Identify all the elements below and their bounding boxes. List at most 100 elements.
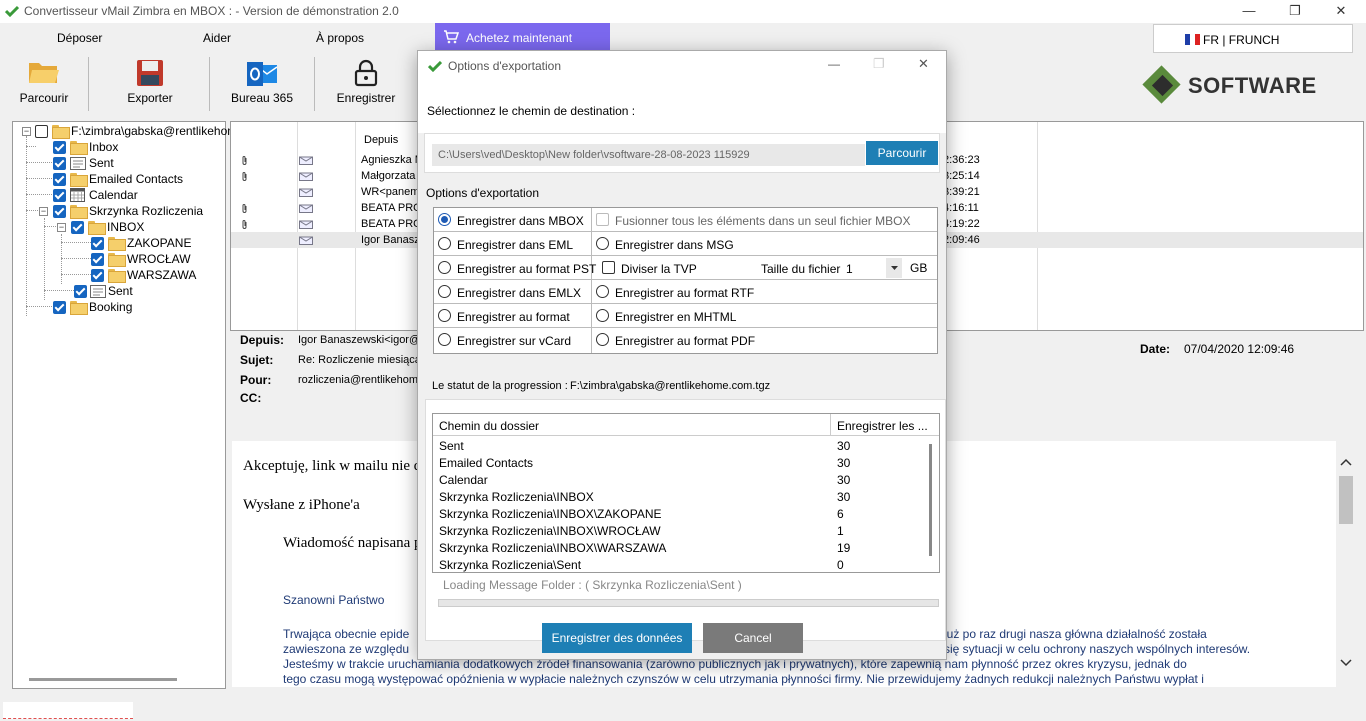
export-format-radio[interactable]: Enregistrer dans EML: [434, 232, 590, 256]
tree-item-emailed-contacts[interactable]: Emailed Contacts: [53, 172, 223, 187]
radio-button[interactable]: [438, 309, 451, 322]
tree-checkbox[interactable]: [53, 157, 66, 170]
save-data-button[interactable]: Enregistrer des données: [542, 623, 692, 653]
collapse-icon[interactable]: −: [39, 207, 48, 216]
office365-toolbar-button[interactable]: Bureau 365: [226, 53, 298, 111]
checkbox[interactable]: [602, 261, 615, 274]
tree-horizontal-scrollbar[interactable]: [29, 678, 177, 681]
tree-item-zakopane[interactable]: ZAKOPANE: [91, 236, 221, 251]
radio-button[interactable]: [596, 237, 609, 250]
tree-item-skrzynka-inbox[interactable]: − INBOX: [53, 220, 223, 235]
tree-item-inbox[interactable]: Inbox: [53, 140, 223, 155]
progress-table-row[interactable]: Calendar 30: [439, 471, 929, 488]
dialog-close-button[interactable]: ✕: [918, 56, 929, 72]
destination-path-input[interactable]: C:\Users\ved\Desktop\New folder\vsoftwar…: [432, 144, 865, 166]
progress-table-row[interactable]: Skrzynka Rozliczenia\INBOX\ZAKOPANE 6: [439, 505, 929, 522]
progress-table-scrollbar[interactable]: [929, 444, 932, 556]
progress-table-row[interactable]: Skrzynka Rozliczenia\INBOX\WARSZAWA 19: [439, 539, 929, 556]
progress-table-row[interactable]: Sent 30: [439, 437, 929, 454]
scroll-up-icon[interactable]: [1340, 458, 1352, 466]
tree-item-skrzynka-sent[interactable]: Sent: [74, 284, 214, 299]
envelope-icon: [299, 188, 313, 197]
tree-item-warszawa[interactable]: WARSZAWA: [91, 268, 221, 283]
header-folder-path[interactable]: Chemin du dossier: [439, 419, 539, 433]
menu-help[interactable]: Aider: [203, 31, 231, 45]
tree-checkbox[interactable]: [53, 141, 66, 154]
folder-icon: [52, 125, 70, 139]
tree-root[interactable]: − F:\zimbra\gabska@rentlikehome: [19, 124, 244, 139]
export-format-radio[interactable]: Enregistrer au format PST: [434, 256, 596, 280]
tree-checkbox[interactable]: [91, 269, 104, 282]
buy-now-button[interactable]: Achetez maintenant: [435, 23, 610, 50]
progress-table-row[interactable]: Skrzynka Rozliczenia\INBOX 30: [439, 488, 929, 505]
radio-button[interactable]: [438, 285, 451, 298]
dest-browse-button[interactable]: Parcourir: [866, 141, 938, 165]
tree-checkbox[interactable]: [91, 237, 104, 250]
collapse-icon[interactable]: −: [57, 223, 66, 232]
export-format-radio[interactable]: Enregistrer au format: [434, 304, 590, 328]
collapse-icon[interactable]: −: [22, 127, 31, 136]
maximize-button[interactable]: ❐: [1272, 0, 1318, 23]
export-format-radio[interactable]: Enregistrer dans EMLX: [434, 280, 590, 304]
tree-checkbox[interactable]: [53, 301, 66, 314]
file-size-select[interactable]: 1: [842, 258, 902, 278]
envelope-icon: [299, 172, 313, 181]
body-line: Wysłane z iPhone'a: [243, 497, 360, 513]
tree-item-wroclaw[interactable]: WROCŁAW: [91, 252, 221, 267]
mail-time: 4:16:11: [943, 202, 979, 214]
radio-button[interactable]: [438, 261, 451, 274]
radio-button[interactable]: [438, 213, 451, 226]
progress-table-row[interactable]: Emailed Contacts 30: [439, 454, 929, 471]
dialog-minimize-button[interactable]: —: [828, 57, 840, 71]
export-format-radio[interactable]: Enregistrer au format RTF: [592, 280, 937, 304]
register-toolbar-button[interactable]: Enregistrer: [330, 53, 402, 111]
radio-button[interactable]: [438, 237, 451, 250]
body-line: Trwająca obecnie epide: [283, 627, 410, 641]
tree-checkbox[interactable]: [91, 253, 104, 266]
tree-item-skrzynka[interactable]: − Skrzynka Rozliczenia: [35, 204, 225, 219]
export-format-radio[interactable]: Enregistrer sur vCard: [434, 328, 590, 352]
menu-file[interactable]: Déposer: [57, 31, 102, 45]
header-saved-count[interactable]: Enregistrer les ...: [837, 419, 928, 433]
saved-count-cell: 1: [837, 524, 844, 538]
scroll-thumb[interactable]: [1339, 476, 1353, 524]
progress-table-row[interactable]: Skrzynka Rozliczenia\Sent 0: [439, 556, 929, 573]
language-selector[interactable]: FR | FRUNCH: [1153, 24, 1353, 53]
file-size-unit: GB: [910, 261, 928, 275]
tree-checkbox[interactable]: [53, 189, 66, 202]
toolbar-divider: [314, 57, 315, 111]
radio-button[interactable]: [596, 333, 609, 346]
to-value: rozliczenia@rentlikehome: [298, 374, 425, 386]
tree-item-label: ZAKOPANE: [127, 236, 192, 250]
menu-about[interactable]: À propos: [316, 31, 364, 45]
radio-button[interactable]: [438, 333, 451, 346]
tree-item-calendar[interactable]: Calendar: [53, 188, 223, 203]
folder-icon: [70, 301, 88, 315]
outlook-icon: [247, 62, 278, 86]
column-header-from[interactable]: Depuis: [364, 134, 398, 146]
export-toolbar-label: Exporter: [127, 91, 173, 105]
progress-table: Chemin du dossier Enregistrer les ... Se…: [432, 413, 940, 573]
radio-button[interactable]: [596, 285, 609, 298]
tree-item-booking[interactable]: Booking: [53, 300, 223, 315]
tree-checkbox[interactable]: [53, 173, 66, 186]
cancel-button[interactable]: Cancel: [703, 623, 803, 653]
tree-checkbox[interactable]: [35, 125, 48, 138]
minimize-button[interactable]: —: [1226, 0, 1272, 23]
browse-toolbar-button[interactable]: Parcourir: [12, 53, 76, 111]
export-format-radio[interactable]: Enregistrer en MHTML: [592, 304, 937, 328]
close-button[interactable]: ✕: [1318, 0, 1364, 23]
tree-checkbox[interactable]: [53, 205, 66, 218]
export-format-radio[interactable]: Enregistrer dans MBOX: [434, 208, 590, 232]
export-format-radio[interactable]: Enregistrer dans MSG: [592, 232, 937, 256]
tree-checkbox[interactable]: [71, 221, 84, 234]
scroll-down-icon[interactable]: [1340, 659, 1352, 667]
tree-checkbox[interactable]: [74, 285, 87, 298]
mail-body-scrollbar[interactable]: [1336, 441, 1356, 687]
progress-table-row[interactable]: Skrzynka Rozliczenia\INBOX\WROCŁAW 1: [439, 522, 929, 539]
folder-path-cell: Emailed Contacts: [439, 456, 534, 470]
tree-item-sent[interactable]: Sent: [53, 156, 223, 171]
export-format-radio[interactable]: Enregistrer au format PDF: [592, 328, 937, 352]
radio-button[interactable]: [596, 309, 609, 322]
export-toolbar-button[interactable]: Exporter: [115, 53, 185, 111]
